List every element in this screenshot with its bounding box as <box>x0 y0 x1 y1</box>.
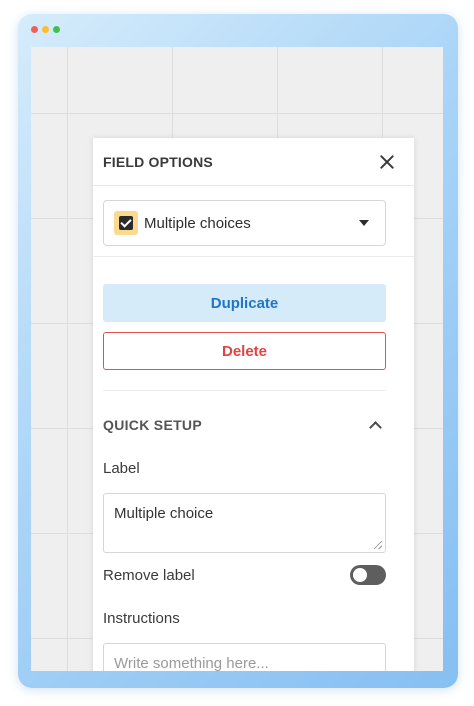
resize-handle-icon[interactable] <box>374 541 382 549</box>
panel-header: FIELD OPTIONS <box>93 138 414 186</box>
maximize-window-dot[interactable] <box>53 26 60 33</box>
toggle-knob <box>353 568 367 582</box>
instructions-field-label: Instructions <box>103 610 180 627</box>
remove-label-row: Remove label <box>103 563 386 587</box>
duplicate-button[interactable]: Duplicate <box>103 284 386 322</box>
field-type-value: Multiple choices <box>144 214 251 232</box>
divider <box>103 390 386 391</box>
divider <box>93 256 414 257</box>
label-textarea-value: Multiple choice <box>114 505 214 522</box>
chevron-up-icon <box>369 420 382 434</box>
label-field-label: Label <box>103 460 140 477</box>
label-textarea[interactable]: Multiple choice <box>103 493 386 553</box>
field-options-panel: FIELD OPTIONS Multiple choices Duplicate… <box>93 138 414 671</box>
quick-setup-title: QUICK SETUP <box>103 417 202 433</box>
close-window-dot[interactable] <box>31 26 38 33</box>
form-canvas: FIELD OPTIONS Multiple choices Duplicate… <box>31 47 443 671</box>
remove-label-toggle[interactable] <box>350 565 386 585</box>
close-icon[interactable] <box>376 151 398 173</box>
instructions-placeholder: Write something here... <box>114 655 269 671</box>
instructions-textarea[interactable]: Write something here... <box>103 643 386 671</box>
app-window: FIELD OPTIONS Multiple choices Duplicate… <box>18 14 458 688</box>
checkbox-icon <box>114 211 138 235</box>
minimize-window-dot[interactable] <box>42 26 49 33</box>
delete-button[interactable]: Delete <box>103 332 386 370</box>
field-type-select[interactable]: Multiple choices <box>103 200 386 246</box>
panel-title: FIELD OPTIONS <box>103 153 213 170</box>
caret-down-icon <box>359 220 369 226</box>
remove-label-text: Remove label <box>103 566 195 584</box>
window-controls <box>31 26 60 33</box>
quick-setup-header[interactable]: QUICK SETUP <box>103 410 386 440</box>
